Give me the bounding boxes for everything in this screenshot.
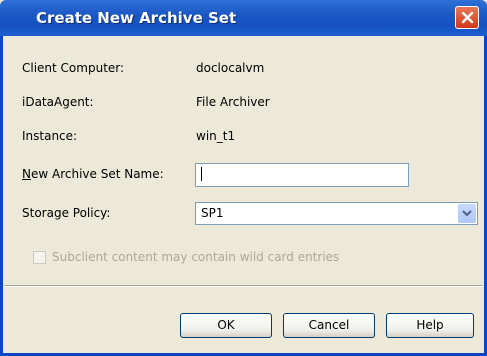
- client-computer-value: doclocalvm: [196, 61, 265, 75]
- archive-set-name-input[interactable]: [195, 163, 409, 187]
- mnemonic-n: N: [22, 167, 31, 181]
- storage-policy-selected: SP1: [201, 206, 224, 220]
- storage-policy-label: Storage Policy:: [22, 206, 111, 220]
- title-bar: Create New Archive Set: [0, 0, 487, 36]
- cancel-button[interactable]: Cancel: [283, 313, 375, 338]
- text-caret: [201, 167, 202, 181]
- close-button[interactable]: [455, 6, 479, 29]
- archive-set-name-label: New Archive Set Name:: [22, 167, 164, 181]
- storage-policy-select[interactable]: SP1: [195, 202, 478, 225]
- idataagent-value: File Archiver: [196, 95, 270, 109]
- idataagent-label: iDataAgent:: [22, 95, 94, 109]
- client-computer-label: Client Computer:: [22, 61, 125, 75]
- storage-policy-dropdown-button[interactable]: [458, 204, 476, 223]
- window-frame-left: [0, 36, 3, 356]
- help-button[interactable]: Help: [386, 313, 474, 338]
- chevron-down-icon: [462, 210, 472, 217]
- wildcard-checkbox-label: Subclient content may contain wild card …: [52, 250, 340, 264]
- window-title: Create New Archive Set: [36, 9, 237, 27]
- separator: [4, 285, 483, 287]
- close-icon: [461, 11, 474, 24]
- archive-set-name-label-text: ew Archive Set Name:: [30, 167, 164, 181]
- ok-button[interactable]: OK: [180, 313, 272, 338]
- instance-value: win_t1: [196, 129, 236, 143]
- instance-label: Instance:: [22, 129, 78, 143]
- wildcard-checkbox[interactable]: [33, 251, 46, 264]
